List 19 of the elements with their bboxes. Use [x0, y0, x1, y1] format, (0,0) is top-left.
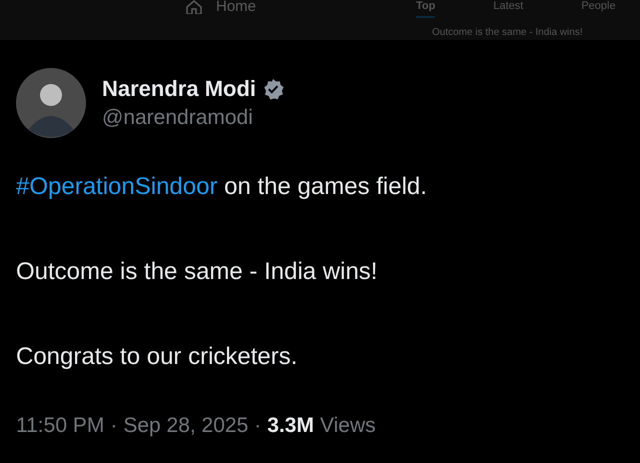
- tweet-preview-text: Outcome is the same - India wins!: [432, 27, 583, 38]
- author-handle[interactable]: @narendramodi: [102, 106, 284, 130]
- hashtag-link[interactable]: #OperationSindoor: [16, 173, 218, 200]
- home-icon[interactable]: [186, 0, 202, 14]
- tweet-text: Congrats to our cricketers.: [16, 342, 298, 372]
- views-count: 3.3M: [267, 414, 314, 438]
- tweet-text: #OperationSindoor on the games field.: [16, 172, 428, 202]
- search-tab[interactable]: Latest: [493, 0, 524, 18]
- separator-dot: ·: [110, 414, 118, 438]
- views-label: Views: [320, 414, 376, 438]
- tweet-text: Outcome is the same - India wins!: [16, 257, 378, 287]
- avatar[interactable]: [16, 68, 86, 138]
- search-tab[interactable]: People: [581, 0, 616, 18]
- author-name[interactable]: Narendra Modi: [102, 76, 256, 102]
- home-link[interactable]: Home: [216, 0, 256, 14]
- tweet-time[interactable]: 11:50 PM: [16, 414, 104, 438]
- search-tab[interactable]: Top: [416, 0, 436, 18]
- tweet-date[interactable]: Sep 28, 2025: [123, 414, 248, 438]
- separator-dot: ·: [254, 414, 262, 438]
